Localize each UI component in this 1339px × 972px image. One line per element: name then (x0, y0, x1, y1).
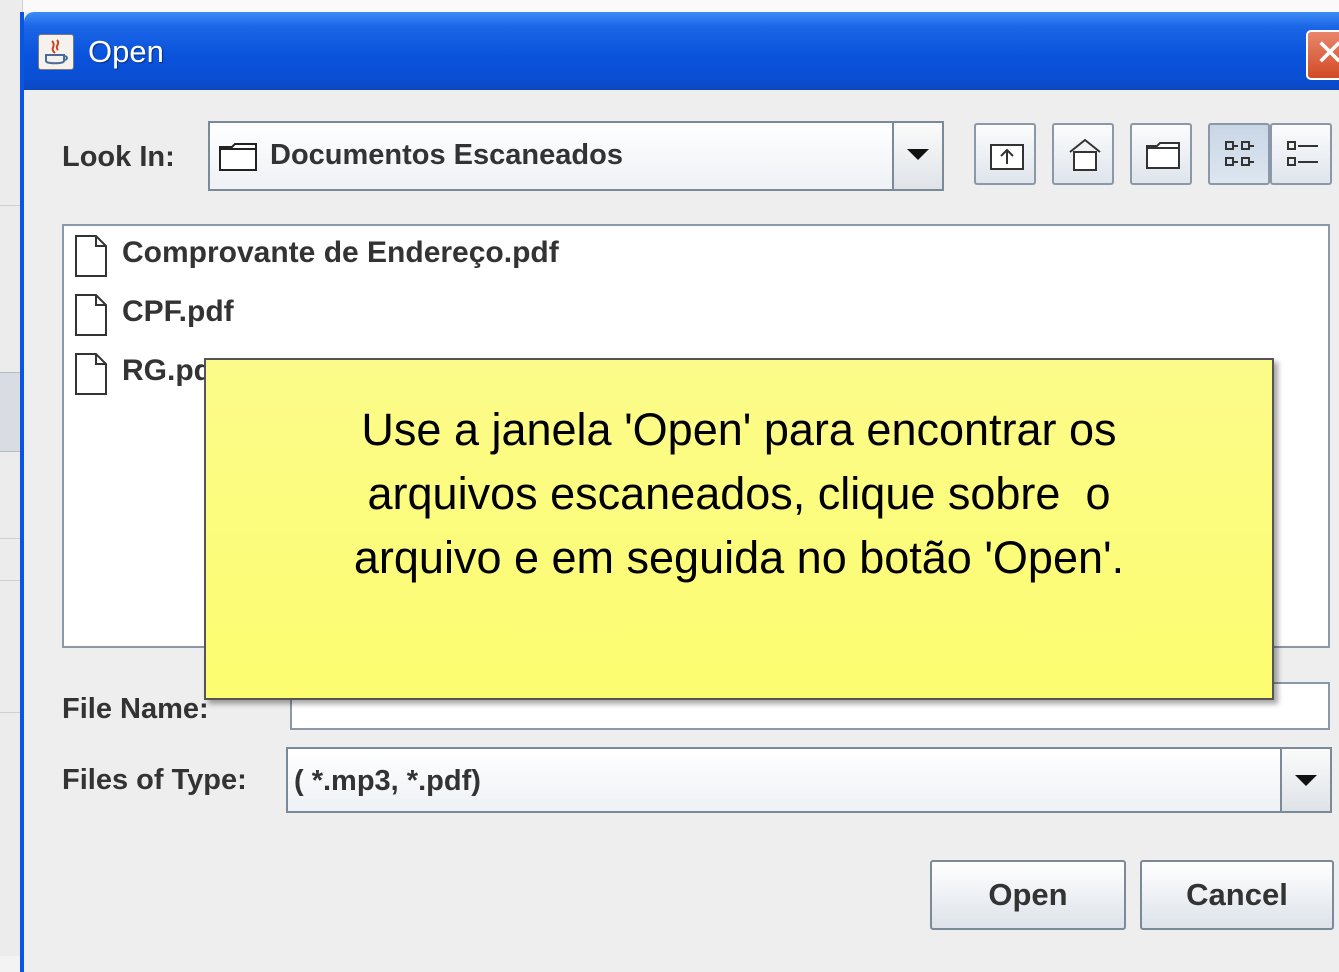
new-folder-button[interactable] (1130, 123, 1192, 185)
list-view-icon (1225, 141, 1254, 166)
file-icon (75, 294, 107, 336)
callout-line-1: Use a janela 'Open' para encontrar os (361, 404, 1117, 455)
new-folder-icon (1146, 142, 1180, 169)
callout-line-3: arquivo e em seguida no botão 'Open'. (353, 532, 1125, 583)
background-divider (0, 580, 22, 581)
chevron-down-icon[interactable] (1280, 749, 1330, 811)
background-divider (0, 538, 22, 539)
files-of-type-value: ( *.mp3, *.pdf) (294, 765, 481, 797)
files-of-type-combo[interactable]: ( *.mp3, *.pdf) (286, 747, 1332, 813)
file-icon (75, 235, 107, 277)
up-folder-icon (990, 144, 1024, 170)
details-view-icon (1287, 141, 1318, 166)
chevron-down-icon[interactable] (892, 123, 942, 189)
window-title: Open (88, 34, 164, 69)
look-in-label: Look In: (62, 141, 175, 173)
look-in-combo[interactable]: Documentos Escaneados (208, 121, 944, 191)
callout-line-2: arquivos escaneados, clique sobre o (367, 468, 1111, 519)
title-bar[interactable]: Open (24, 12, 1339, 90)
file-name: Comprovante de Endereço.pdf (122, 236, 559, 269)
java-icon (38, 34, 74, 70)
close-button[interactable]: ✕ (1306, 30, 1339, 80)
file-icon (75, 353, 107, 395)
up-folder-button[interactable] (974, 123, 1036, 185)
instruction-callout: Use a janela 'Open' para encontrar os ar… (204, 358, 1274, 700)
background-divider (0, 712, 22, 713)
close-icon: ✕ (1314, 33, 1339, 74)
cancel-button[interactable]: Cancel (1140, 860, 1334, 930)
folder-icon (219, 143, 257, 171)
open-button[interactable]: Open (930, 860, 1126, 930)
background-tab (0, 372, 22, 452)
file-name: CPF.pdf (122, 295, 234, 328)
home-button[interactable] (1052, 123, 1114, 185)
look-in-value: Documentos Escaneados (270, 139, 623, 171)
files-of-type-label: Files of Type: (62, 764, 247, 796)
details-view-button[interactable] (1270, 123, 1332, 185)
list-view-button[interactable] (1208, 123, 1270, 185)
file-name-label: File Name: (62, 693, 209, 725)
background-divider (0, 205, 22, 206)
home-folder-icon (1069, 138, 1101, 171)
